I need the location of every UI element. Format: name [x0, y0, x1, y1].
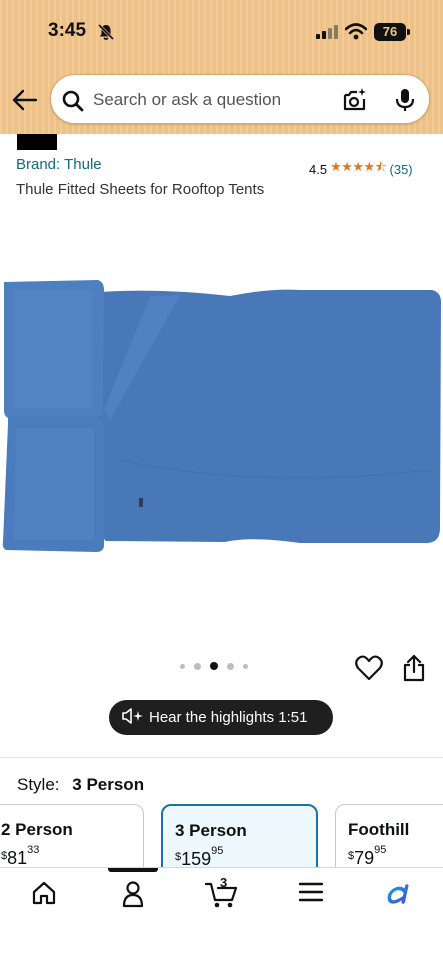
brand-link[interactable]: Brand: Thule	[16, 156, 102, 173]
style-option-2-person[interactable]: 2 Person $8133	[0, 804, 144, 868]
bell-muted-icon	[97, 23, 115, 46]
section-divider	[0, 757, 443, 758]
price-dollars: 159	[181, 849, 212, 868]
style-label: Style:	[17, 775, 60, 794]
battery-indicator: 76	[374, 23, 410, 41]
price-currency: $	[175, 851, 182, 863]
price-dollars: 81	[7, 848, 28, 868]
speaker-sparkle-icon	[121, 707, 143, 728]
carousel-dot[interactable]	[227, 662, 234, 670]
rating-count[interactable]: (35)	[390, 162, 413, 177]
option-price: $8133	[1, 844, 131, 868]
rating-summary[interactable]: 4.5 ★★★★⯪ (35)	[309, 158, 413, 180]
price-currency: $	[1, 850, 8, 862]
heart-icon[interactable]	[355, 655, 383, 686]
carousel-dot[interactable]	[194, 662, 201, 670]
microphone-icon[interactable]	[394, 87, 416, 118]
carousel-dot-active[interactable]	[210, 662, 218, 670]
search-input[interactable]: Search or ask a question	[93, 90, 281, 110]
price-cents: 95	[374, 844, 387, 856]
status-bar: 3:45 76	[0, 0, 443, 64]
camera-scan-icon[interactable]	[342, 87, 368, 118]
carousel-dot[interactable]	[243, 663, 248, 669]
rating-value: 4.5	[309, 161, 328, 177]
product-title: Thule Fitted Sheets for Rooftop Tents	[16, 181, 265, 198]
cart-count: 3	[220, 875, 228, 890]
back-arrow-icon[interactable]	[12, 88, 38, 117]
menu-icon[interactable]	[298, 880, 324, 909]
star-rating-icon: ★★★★⯪	[330, 159, 387, 174]
hear-highlights-label: Hear the highlights 1:51	[149, 709, 308, 726]
hear-highlights-button[interactable]: Hear the highlights 1:51	[109, 700, 333, 735]
bottom-navigation: 3	[0, 867, 443, 960]
price-cents: 95	[211, 845, 224, 857]
wifi-icon	[344, 23, 368, 45]
status-time: 3:45	[48, 20, 87, 41]
option-name: 3 Person	[175, 821, 247, 840]
redacted-badge	[17, 134, 57, 150]
account-icon[interactable]	[120, 880, 146, 913]
style-options: 2 Person $8133 3 Person $15995 Foothill …	[0, 804, 443, 868]
option-price: $7995	[348, 844, 443, 868]
style-selected-value: 3 Person	[72, 775, 145, 794]
style-selector-heading: Style: 3 Person	[17, 775, 144, 795]
carousel-dot[interactable]	[180, 663, 185, 669]
rufus-icon[interactable]	[384, 880, 412, 911]
price-currency: $	[348, 850, 355, 862]
active-tab-indicator	[108, 868, 158, 872]
option-name: 2 Person	[1, 820, 73, 839]
cart-icon[interactable]: 3	[204, 875, 239, 915]
search-bar[interactable]: Search or ask a question	[50, 74, 430, 124]
search-icon	[62, 90, 84, 117]
home-icon[interactable]	[31, 880, 57, 911]
style-option-foothill[interactable]: Foothill $7995	[335, 804, 443, 868]
product-image[interactable]	[0, 260, 443, 570]
cellular-signal-icon	[316, 25, 338, 44]
price-cents: 33	[27, 844, 40, 856]
share-icon[interactable]	[402, 654, 426, 687]
style-option-3-person[interactable]: 3 Person $15995	[161, 804, 318, 868]
option-name: Foothill	[348, 820, 410, 839]
price-dollars: 79	[354, 848, 375, 868]
header: 3:45 76 Search or ask a question	[0, 0, 443, 134]
image-carousel-dots[interactable]	[180, 662, 248, 670]
option-price: $15995	[175, 845, 304, 868]
